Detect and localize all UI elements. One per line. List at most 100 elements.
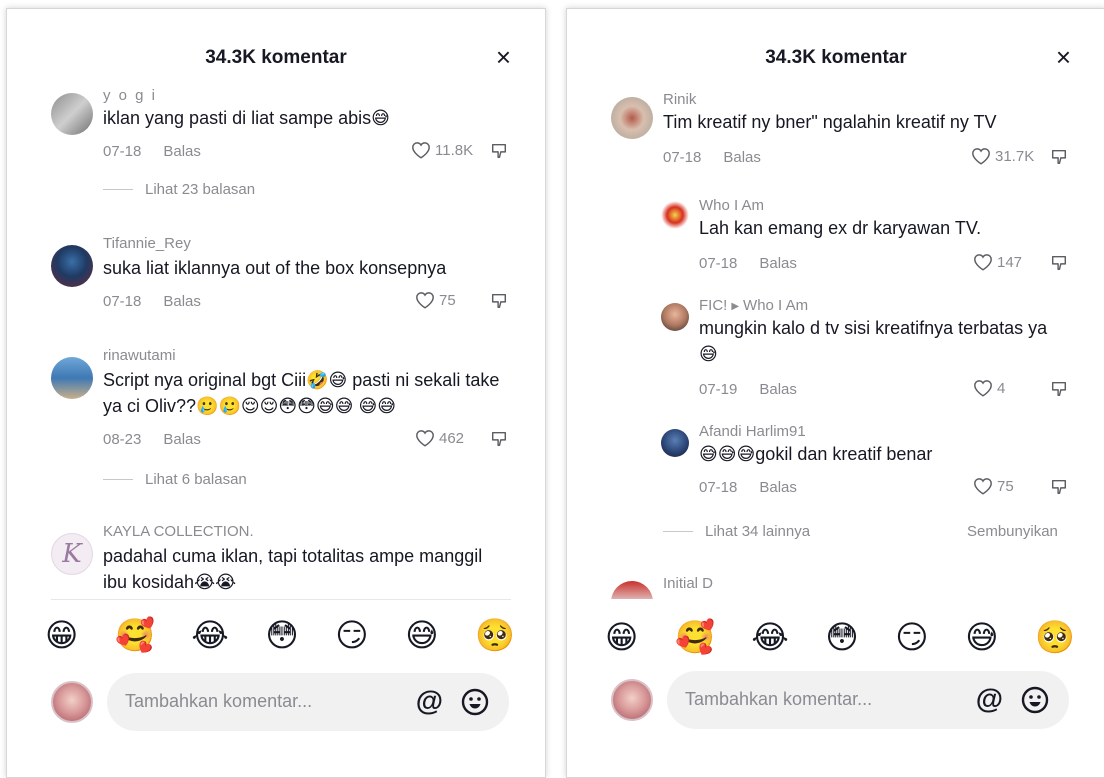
avatar[interactable]: K	[51, 533, 93, 575]
close-icon[interactable]: ×	[496, 44, 511, 70]
close-icon[interactable]: ×	[1056, 44, 1071, 70]
hide-replies-button[interactable]: Sembunyikan	[967, 523, 1058, 540]
comment-text: suka liat iklannya out of the box konsep…	[103, 258, 447, 278]
heart-icon	[974, 380, 992, 397]
emoji-smirk[interactable]: 😏	[335, 615, 368, 655]
divider	[51, 599, 511, 600]
avatar[interactable]	[661, 303, 689, 331]
emoji-picker-icon[interactable]	[461, 688, 489, 716]
emoji-joy[interactable]: 😂	[191, 615, 228, 655]
dislike-icon[interactable]	[490, 142, 508, 160]
comment-username[interactable]: Tifannie_Rey	[103, 235, 191, 252]
comment-text: iklan yang pasti di liat sampe abis😅	[103, 108, 390, 128]
comment-username[interactable]: Who I Am	[699, 197, 764, 214]
like-button[interactable]: 462	[415, 429, 464, 447]
comment-list[interactable]: y o g i iklan yang pasti di liat sampe a…	[7, 85, 545, 599]
heart-icon	[974, 478, 992, 495]
emoji-grin[interactable]: 😁	[605, 617, 638, 657]
comment-text: mungkin kalo d tv sisi kreatifnya terbat…	[699, 318, 1048, 364]
like-button[interactable]: 75	[973, 477, 1014, 495]
comment-username[interactable]: y o g i	[103, 87, 157, 104]
emoji-sweat-smile[interactable]: 😅	[405, 615, 438, 655]
dislike-icon[interactable]	[1050, 380, 1068, 398]
comment-username[interactable]: rinawutami	[103, 347, 176, 364]
comment-meta: 07-18 Balas	[699, 479, 797, 496]
avatar[interactable]	[661, 429, 689, 457]
emoji-hearts[interactable]: 🥰	[115, 615, 155, 655]
dislike-icon[interactable]	[490, 292, 508, 310]
comment-list[interactable]: Rinik Tim kreatif ny bner" ngalahin krea…	[567, 85, 1104, 599]
reply-arrow-icon: ▶	[731, 300, 740, 312]
avatar[interactable]	[51, 357, 93, 399]
reply-button[interactable]: Balas	[759, 381, 797, 398]
emoji-grin[interactable]: 😁	[45, 615, 78, 655]
comments-panel-right: 34.3K komentar × Rinik Tim kreatif ny bn…	[566, 8, 1104, 778]
reply-button[interactable]: Balas	[163, 293, 201, 310]
avatar[interactable]	[611, 581, 653, 599]
comment-username[interactable]: KAYLA COLLECTION.	[103, 523, 254, 540]
like-button[interactable]: 31.7K	[971, 147, 1034, 165]
comment-text: Script nya original bgt Ciii🤣😅 pasti ni …	[103, 370, 500, 416]
emoji-joy[interactable]: 😂	[751, 617, 788, 657]
heart-icon	[416, 292, 434, 309]
emoji-pleading[interactable]: 🥺	[475, 615, 515, 655]
like-count: 147	[997, 253, 1023, 271]
view-replies-button[interactable]: Lihat 23 balasan	[103, 181, 255, 198]
comments-title: 34.3K komentar	[765, 47, 907, 68]
emoji-smirk[interactable]: 😏	[895, 617, 928, 657]
mention-icon[interactable]: @	[416, 685, 443, 717]
avatar[interactable]	[611, 97, 653, 139]
comment-meta: 07-18 Balas	[103, 143, 201, 160]
comment-date: 07-18	[103, 143, 142, 160]
like-button[interactable]: 11.8K	[411, 141, 473, 159]
view-more-replies-button[interactable]: Lihat 34 lainnya	[663, 523, 810, 540]
avatar[interactable]	[51, 93, 93, 135]
reply-to-username[interactable]: Who I Am	[743, 297, 808, 314]
comment-username: FIC! ▶ Who I Am	[699, 297, 808, 314]
emoji-sweat-smile[interactable]: 😅	[965, 617, 998, 657]
comment-input[interactable]: Tambahkan komentar... @	[667, 671, 1069, 729]
emoji-flushed[interactable]: 😳	[265, 615, 298, 655]
comment-meta: 07-18 Balas	[663, 149, 761, 166]
comment-username[interactable]: Rinik	[663, 91, 696, 108]
dislike-icon[interactable]	[1050, 478, 1068, 496]
dislike-icon[interactable]	[1050, 148, 1068, 166]
comment-date: 07-18	[699, 255, 738, 272]
heart-icon	[972, 148, 990, 165]
reply-button[interactable]: Balas	[759, 255, 797, 272]
emoji-flushed[interactable]: 😳	[825, 617, 858, 657]
reply-button[interactable]: Balas	[163, 143, 201, 160]
emoji-picker-icon[interactable]	[1021, 686, 1049, 714]
avatar[interactable]	[51, 245, 93, 287]
comment-text: Lah kan emang ex dr karyawan TV.	[699, 218, 982, 238]
comment-username[interactable]: Initial D	[663, 575, 713, 592]
reply-button[interactable]: Balas	[723, 149, 761, 166]
reply-button[interactable]: Balas	[759, 479, 797, 496]
avatar[interactable]	[661, 201, 689, 229]
heart-icon	[974, 254, 992, 271]
comment-username-link[interactable]: FIC!	[699, 297, 727, 314]
like-count: 75	[997, 477, 1014, 495]
mention-icon[interactable]: @	[976, 683, 1003, 715]
comment-input-placeholder: Tambahkan komentar...	[685, 689, 873, 709]
divider-line	[103, 479, 133, 480]
comment-date: 07-18	[103, 293, 142, 310]
like-count: 75	[439, 291, 456, 309]
emoji-hearts[interactable]: 🥰	[675, 617, 715, 657]
dislike-icon[interactable]	[1050, 254, 1068, 272]
emoji-pleading[interactable]: 🥺	[1035, 617, 1075, 657]
view-replies-label: Lihat 23 balasan	[145, 181, 256, 198]
comment-username[interactable]: Afandi Harlim91	[699, 423, 806, 440]
comment-input[interactable]: Tambahkan komentar... @	[107, 673, 509, 731]
like-button[interactable]: 75	[415, 291, 456, 309]
comment-meta: 07-18 Balas	[103, 293, 201, 310]
view-more-label: Lihat 34 lainnya	[705, 523, 811, 540]
like-button[interactable]: 4	[973, 379, 1005, 397]
like-button[interactable]: 147	[973, 253, 1022, 271]
current-user-avatar	[51, 681, 93, 723]
view-replies-button[interactable]: Lihat 6 balasan	[103, 471, 247, 488]
emoji-bar: 😁 🥰 😂 😳 😏 😅 🥺	[45, 613, 515, 657]
emoji-bar: 😁 🥰 😂 😳 😏 😅 🥺	[605, 615, 1075, 659]
dislike-icon[interactable]	[490, 430, 508, 448]
reply-button[interactable]: Balas	[163, 431, 201, 448]
